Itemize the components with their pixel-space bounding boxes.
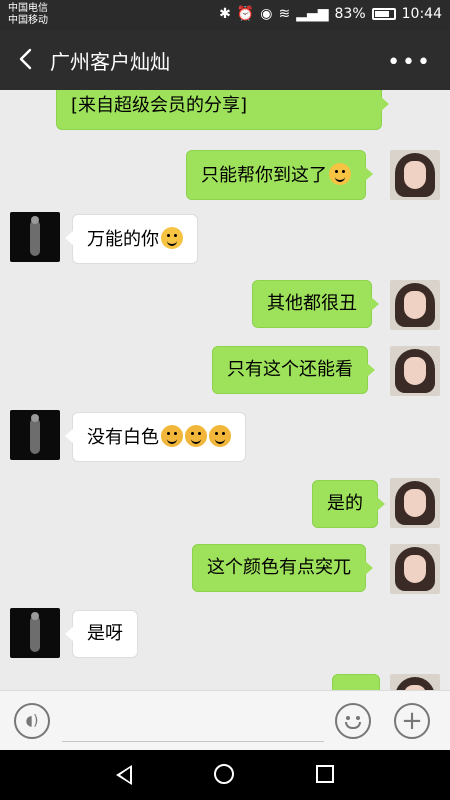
self-avatar[interactable] (390, 150, 440, 200)
message-input[interactable] (62, 711, 324, 742)
self-avatar[interactable] (390, 674, 440, 690)
laughing-emoji-icon (161, 227, 183, 249)
message-bubble-sent[interactable]: 这个颜色有点突兀 (192, 544, 373, 592)
thinking-emoji-icon (329, 163, 351, 185)
contact-avatar[interactable] (10, 608, 60, 658)
crying-emoji-icon (185, 425, 207, 447)
wifi-icon: ≋ (278, 6, 291, 22)
bluetooth-icon: ✱ (219, 6, 231, 22)
message-bubble-sent[interactable]: 其他都很丑 (252, 280, 379, 328)
crying-emoji-icon (209, 425, 231, 447)
input-bar: ◖) + (0, 690, 450, 751)
carrier-2: 中国移动 (8, 15, 48, 26)
contact-avatar[interactable] (10, 212, 60, 262)
plus-icon[interactable]: + (394, 703, 430, 739)
alarm-icon: ⏰ (236, 6, 255, 22)
emoji-icon[interactable] (335, 703, 371, 739)
contact-avatar[interactable] (10, 410, 60, 460)
back-arrow-icon[interactable] (14, 47, 38, 71)
crying-emoji-icon (161, 425, 183, 447)
message-bubble-sent[interactable]: 是的 (312, 480, 385, 528)
message-bubble-received[interactable]: 是呀 (65, 610, 138, 658)
nav-recent-apps-icon[interactable] (316, 765, 334, 783)
chat-title: 广州客户灿灿 (50, 50, 170, 74)
self-avatar[interactable] (390, 478, 440, 528)
battery-percent: 83% (334, 6, 366, 22)
nav-back-icon[interactable] (116, 765, 132, 785)
self-avatar[interactable] (390, 346, 440, 396)
message-bubble-received[interactable]: 万能的你 (65, 214, 198, 264)
voice-input-icon[interactable]: ◖) (14, 703, 50, 739)
message-bubble-sent[interactable]: 只能帮你到这了 (186, 150, 373, 200)
message-text: 没有白色 (87, 427, 159, 448)
navigation-bar (0, 750, 450, 800)
message-bubble-sent[interactable]: 只有这个还能看 (212, 346, 375, 394)
more-options-icon[interactable]: ••• (387, 50, 432, 75)
message-text: 只能帮你到这了 (201, 165, 327, 186)
self-avatar[interactable] (390, 280, 440, 330)
nav-home-icon[interactable] (214, 764, 234, 784)
status-time: 10:44 (401, 6, 442, 22)
message-text: 万能的你 (87, 229, 159, 250)
carrier-1: 中国电信 (8, 3, 48, 14)
eye-icon: ◉ (260, 6, 273, 22)
signal-icon: ▂▄▆ (296, 6, 329, 22)
message-bubble-sent[interactable] (332, 674, 380, 690)
chat-area[interactable]: [来自超级会员的分享] 只能帮你到这了 万能的你 其他都很丑 只有这个还能看 没… (0, 90, 450, 690)
self-avatar[interactable] (390, 544, 440, 594)
status-icons: ✱ ⏰ ◉ ≋ ▂▄▆ 83% 10:44 (219, 6, 442, 22)
status-bar: 中国电信 中国移动 ✱ ⏰ ◉ ≋ ▂▄▆ 83% 10:44 (0, 0, 450, 30)
message-bubble-sent[interactable]: [来自超级会员的分享] (56, 90, 389, 130)
carrier-labels: 中国电信 中国移动 (8, 3, 48, 27)
message-bubble-received[interactable]: 没有白色 (65, 412, 246, 462)
battery-icon (371, 8, 396, 20)
chat-header: 广州客户灿灿 ••• (0, 30, 450, 90)
